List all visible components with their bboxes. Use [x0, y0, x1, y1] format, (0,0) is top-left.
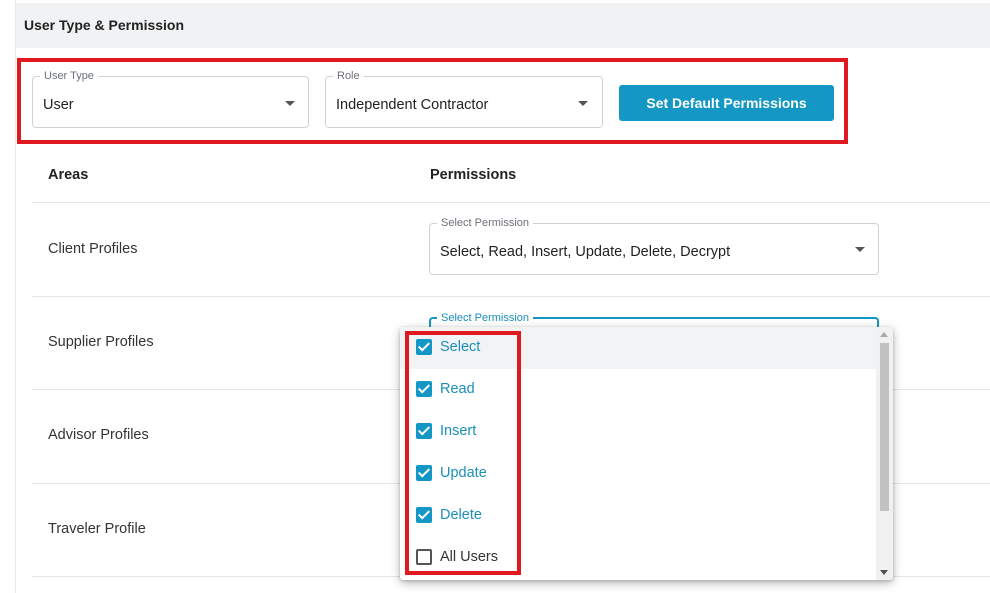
- supplier-permission-label: Select Permission: [437, 312, 534, 324]
- client-permission-value: Select, Read, Insert, Update, Delete, De…: [440, 244, 731, 260]
- section-title: User Type & Permission: [24, 17, 185, 33]
- dropdown-scrollbar[interactable]: [876, 327, 893, 580]
- table-divider: [32, 296, 990, 297]
- scroll-down-arrow-icon[interactable]: [880, 570, 888, 575]
- section-header: User Type & Permission: [16, 3, 990, 48]
- area-client-profiles: Client Profiles: [48, 241, 138, 257]
- chevron-down-icon: [855, 247, 865, 252]
- highlight-box-options: [405, 331, 521, 575]
- area-supplier-profiles: Supplier Profiles: [48, 334, 154, 350]
- table-divider: [32, 202, 990, 203]
- client-permission-select[interactable]: Select Permission Select, Read, Insert, …: [429, 217, 879, 275]
- scrollbar-thumb[interactable]: [880, 343, 889, 511]
- scroll-up-arrow-icon[interactable]: [880, 332, 888, 337]
- page-left-border: [15, 0, 16, 593]
- area-traveler-profile: Traveler Profile: [48, 521, 146, 537]
- client-permission-label: Select Permission: [437, 217, 534, 229]
- highlight-box-top: [17, 58, 848, 144]
- areas-header: Areas: [48, 167, 89, 183]
- permissions-header: Permissions: [430, 167, 517, 183]
- area-advisor-profiles: Advisor Profiles: [48, 427, 149, 443]
